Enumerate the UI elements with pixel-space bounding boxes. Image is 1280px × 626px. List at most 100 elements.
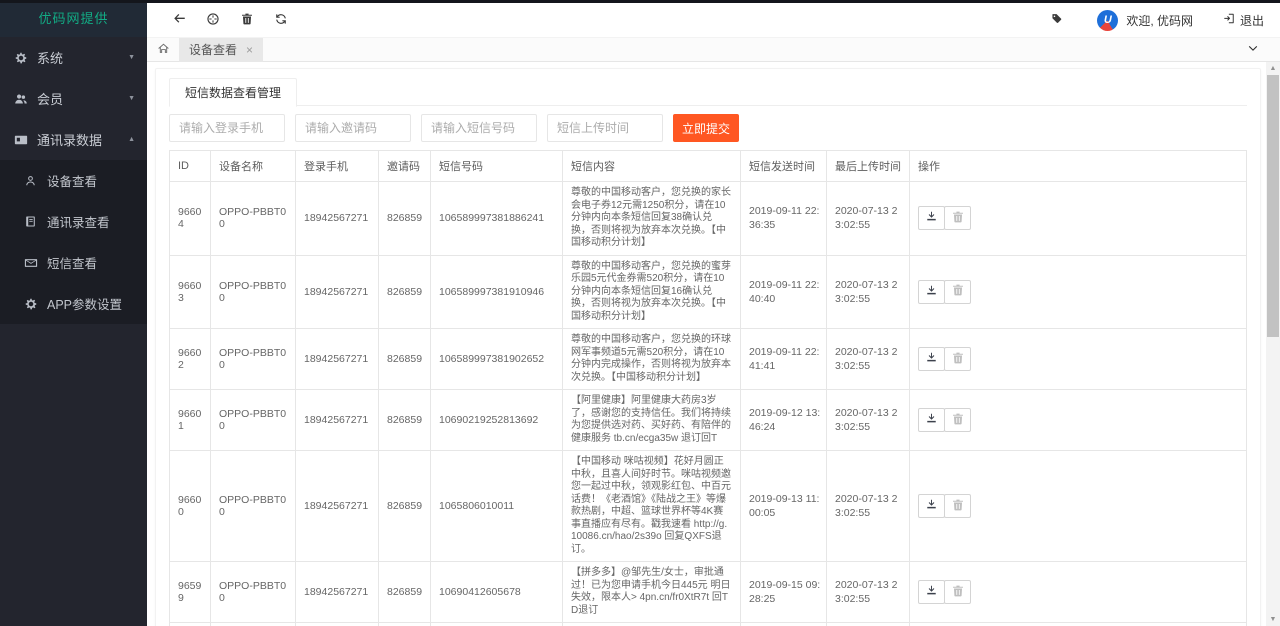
caret-down-icon: ▼: [128, 54, 135, 61]
crosshair-button[interactable]: [196, 3, 230, 38]
trash-icon: [951, 351, 965, 368]
delete-button[interactable]: [944, 280, 971, 304]
sidebar-item-contacts-data[interactable]: 通讯录数据▲: [0, 119, 147, 160]
cell-phone: 18942567271: [296, 255, 379, 329]
sidebar-item-label: 短信查看: [47, 253, 97, 272]
delete-button[interactable]: [944, 408, 971, 432]
top-navbar: U 欢迎, 优码网 退出: [147, 3, 1280, 38]
gear-icon: [22, 297, 39, 311]
cell-actions: [910, 329, 1247, 390]
cell-phone: 18942567271: [296, 623, 379, 626]
cell-upload-time: 2020-07-13 23:02:55: [827, 562, 910, 623]
table-row: 96599OPPO-PBBT00189425672718268591069041…: [170, 562, 1247, 623]
trash-icon: [951, 412, 965, 429]
scrollbar-thumb[interactable]: [1267, 75, 1279, 337]
upload-time-input[interactable]: [547, 114, 663, 142]
download-button[interactable]: [918, 206, 945, 230]
tab-sms-data-view[interactable]: 短信数据查看管理: [169, 78, 297, 107]
trash-icon: [951, 210, 965, 227]
download-button[interactable]: [918, 408, 945, 432]
scroll-down-arrow[interactable]: ▼: [1266, 613, 1280, 626]
cell-invite: 826859: [379, 623, 431, 626]
download-icon: [925, 498, 938, 514]
cell-actions: [910, 451, 1247, 562]
cell-actions: [910, 562, 1247, 623]
crosshair-icon: [206, 12, 220, 29]
cell-device: OPPO-PBBT00: [211, 329, 296, 390]
cell-id: 96604: [170, 182, 211, 256]
home-button[interactable]: [147, 38, 179, 62]
sidebar-item-system[interactable]: 系统 ▼: [0, 37, 147, 78]
scroll-up-arrow[interactable]: ▲: [1266, 62, 1280, 75]
cell-id: 96598: [170, 623, 211, 626]
logout-button[interactable]: 退出: [1223, 12, 1264, 29]
table-row: 96602OPPO-PBBT00189425672718268591065899…: [170, 329, 1247, 390]
cell-phone: 18942567271: [296, 329, 379, 390]
table-header-row: ID设备名称登录手机邀请码短信号码短信内容短信发送时间最后上传时间操作: [170, 151, 1247, 182]
filter-bar: 立即提交: [169, 114, 1247, 142]
cell-upload-time: 2020-07-13 23:02:55: [827, 451, 910, 562]
tab-设备查看[interactable]: 设备查看×: [179, 38, 263, 62]
top-strip: [0, 0, 1280, 3]
download-icon: [925, 210, 938, 226]
logout-icon: [1223, 12, 1236, 28]
cell-id: 96602: [170, 329, 211, 390]
delete-button[interactable]: [944, 206, 971, 230]
action-button-group: [918, 347, 1242, 371]
mail-icon: [22, 256, 39, 270]
sidebar-item-members[interactable]: 会员▼: [0, 78, 147, 119]
trash-button[interactable]: [230, 3, 264, 38]
sidebar-item-label: 系统: [37, 48, 63, 67]
cell-phone: 18942567271: [296, 451, 379, 562]
tag-button[interactable]: [1050, 12, 1063, 28]
download-button[interactable]: [918, 280, 945, 304]
cell-sms-number: 10690219252813692: [431, 390, 563, 451]
download-button[interactable]: [918, 580, 945, 604]
cell-sms-number: 10690412605678: [431, 562, 563, 623]
cell-invite: 826859: [379, 182, 431, 256]
download-button[interactable]: [918, 347, 945, 371]
panel-tab-header: 短信数据查看管理: [169, 77, 1247, 106]
submit-button[interactable]: 立即提交: [673, 114, 739, 142]
contacts-icon: [12, 133, 29, 147]
person-icon: [22, 174, 39, 187]
cell-sms-content: 尊敬的中国移动客户，您兑换的家长会电子券12元需1250积分，请在10分钟内向本…: [563, 182, 741, 256]
cell-invite: 826859: [379, 329, 431, 390]
download-icon: [925, 584, 938, 600]
app-logo: 优码网提供: [0, 0, 147, 37]
column-header: 短信内容: [563, 151, 741, 182]
cell-phone: 18942567271: [296, 562, 379, 623]
cell-invite: 826859: [379, 255, 431, 329]
sidebar-item-app-settings[interactable]: APP参数设置: [0, 283, 147, 324]
trash-icon: [240, 12, 254, 29]
delete-button[interactable]: [944, 580, 971, 604]
delete-button[interactable]: [944, 347, 971, 371]
cell-sms-number: 106589997381886241: [431, 182, 563, 256]
sms-number-input[interactable]: [421, 114, 537, 142]
cell-sent-time: 2019-09-12 13:46:24: [741, 390, 827, 451]
sms-panel: 短信数据查看管理 立即提交 ID设备名称登录手机邀请码短信号码短信内容短信发送时…: [155, 68, 1261, 626]
delete-button[interactable]: [944, 494, 971, 518]
table-row: 96603OPPO-PBBT00189425672718268591065899…: [170, 255, 1247, 329]
column-header: 操作: [910, 151, 1247, 182]
login-phone-input[interactable]: [169, 114, 285, 142]
cell-id: 96600: [170, 451, 211, 562]
refresh-button[interactable]: [264, 3, 298, 38]
column-header: ID: [170, 151, 211, 182]
tab-bar: 设备查看×: [147, 38, 1280, 62]
action-button-group: [918, 280, 1242, 304]
table-row: 96598OPPO-PBBT00189425672718268591069231…: [170, 623, 1247, 626]
invite-code-input[interactable]: [295, 114, 411, 142]
cell-upload-time: 2020-07-13 23:02:55: [827, 329, 910, 390]
download-button[interactable]: [918, 494, 945, 518]
back-button[interactable]: [162, 3, 196, 38]
sidebar-item-contacts-view[interactable]: 通讯录查看: [0, 201, 147, 242]
close-icon[interactable]: ×: [246, 44, 253, 56]
tabbar-collapse-button[interactable]: [1246, 42, 1260, 59]
cell-sent-time: 2019-09-11 22:41:41: [741, 329, 827, 390]
sidebar-item-label: 通讯录查看: [47, 212, 110, 231]
sidebar-item-sms-view[interactable]: 短信查看: [0, 242, 147, 283]
action-button-group: [918, 580, 1242, 604]
cell-sms-content: 尊敬的中国移动客户，您兑换的环球网军事频道5元需520积分，请在10分钟内完成操…: [563, 329, 741, 390]
sidebar-item-device-view[interactable]: 设备查看: [0, 160, 147, 201]
